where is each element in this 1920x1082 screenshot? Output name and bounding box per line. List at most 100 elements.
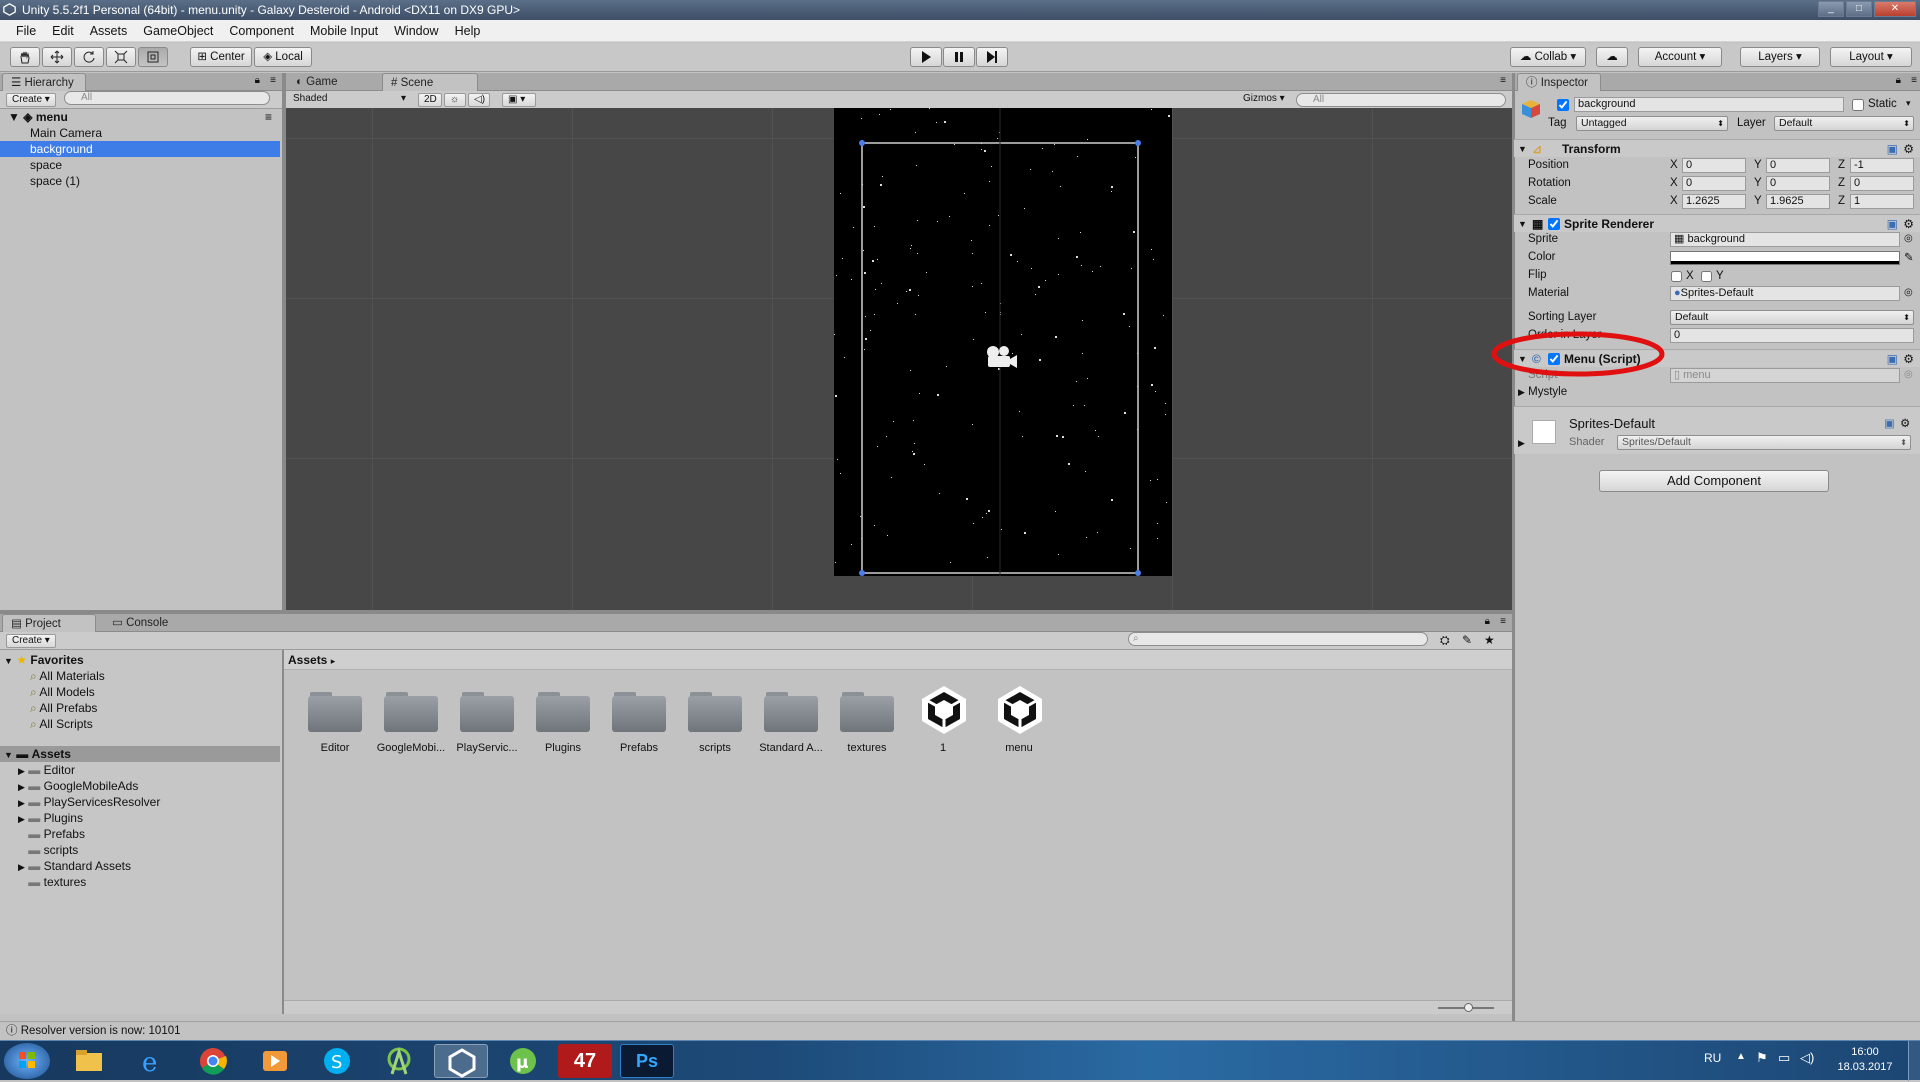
tag-dropdown[interactable]: Untagged [1576,116,1728,131]
shader-dropdown[interactable]: Sprites/Default [1617,435,1911,450]
sorting-layer-dropdown[interactable]: Default [1670,310,1914,325]
favorite-item[interactable]: ⌕ All Scripts [0,716,280,732]
hierarchy-item-background[interactable]: background [0,141,280,157]
eyedropper-icon[interactable]: ✎ [1904,250,1914,264]
favorite-star-icon[interactable]: ★ [1484,633,1495,647]
settings-gear-icon[interactable]: ⚙ [1903,215,1914,233]
menu-file[interactable]: File [8,24,44,38]
asset-item-scene[interactable]: 1 [908,680,978,760]
flip-y-checkbox[interactable] [1701,271,1712,282]
camera-gizmo-icon[interactable] [980,343,1020,373]
object-picker-icon[interactable]: ◎ [1904,233,1913,244]
object-name-field[interactable]: background [1574,97,1844,112]
scene-panel-menu-icon[interactable]: ≡ [1500,75,1506,86]
asset-folder-playservicesresolver[interactable]: ▶ ▬ PlayServicesResolver [0,794,280,810]
transform-scale-y-field[interactable]: 1.9625 [1766,194,1830,209]
project-menu-icon[interactable]: ≡ [1500,616,1506,627]
menu-gameobject[interactable]: GameObject [135,24,221,38]
taskbar-clock[interactable]: 16:00 18.03.2017 [1826,1045,1904,1075]
favorite-item[interactable]: ⌕ All Materials [0,668,280,684]
taskbar-unity[interactable] [434,1044,488,1078]
material-field[interactable]: ●Sprites-Default [1670,286,1900,301]
asset-folder-standard-assets[interactable]: ▶ ▬ Standard Assets [0,858,280,874]
2d-toggle[interactable]: 2D [418,93,442,107]
move-tool-button[interactable] [42,47,72,67]
expand-triangle-icon[interactable]: ▶ [0,766,25,776]
filter-by-type-icon[interactable]: ⛭ [1440,633,1450,648]
color-swatch[interactable] [1670,251,1900,265]
audio-toggle[interactable]: ◁) [468,93,490,107]
scene-root-row[interactable]: ▼ ◈ menu ≡ [0,109,280,125]
pause-button[interactable] [943,47,975,67]
network-icon[interactable]: ▭ [1778,1050,1790,1066]
mystyle-foldout[interactable]: ▶ Mystyle [1518,386,1567,398]
menu-window[interactable]: Window [386,24,446,38]
inspector-lock-icon[interactable]: 🔒︎ [1896,75,1901,86]
inspector-menu-icon[interactable]: ≡ [1911,75,1917,86]
layer-dropdown[interactable]: Default [1774,116,1914,131]
icon-size-slider-thumb[interactable] [1464,1003,1473,1012]
rect-tool-button[interactable] [138,47,168,67]
effects-dropdown[interactable]: ▣ ▾ [502,93,536,107]
project-lock-icon[interactable]: 🔒︎ [1485,616,1490,627]
favorites-header[interactable]: ▼ ★ Favorites [0,652,280,668]
expand-triangle-icon[interactable]: ▶ [0,782,25,792]
taskbar-explorer[interactable] [62,1044,116,1078]
static-dropdown-arrow-icon[interactable]: ▾ [1906,98,1911,109]
transform-position-x-field[interactable]: 0 [1682,158,1746,173]
taskbar-ie[interactable]: e [124,1044,178,1078]
expand-triangle-icon[interactable]: ▼ [0,750,13,760]
sprite-renderer-header[interactable]: ▼ ▦ Sprite Renderer ▣ ⚙ [1514,214,1920,232]
tab-hierarchy[interactable]: ☰ Hierarchy [2,73,86,91]
pivot-center-button[interactable]: ⊞ Center [190,47,252,67]
lighting-toggle[interactable]: ☼ [444,93,466,107]
transform-rotation-y-field[interactable]: 0 [1766,176,1830,191]
sprite-field[interactable]: ▦ background [1670,232,1900,247]
asset-folder-scripts[interactable]: ▶ ▬ scripts [0,842,280,858]
settings-gear-icon[interactable]: ⚙ [1903,350,1914,368]
play-button[interactable] [910,47,942,67]
hierarchy-item-main-camera[interactable]: Main Camera [0,125,280,141]
settings-gear-icon[interactable]: ⚙ [1903,140,1914,158]
hand-tool-button[interactable] [10,47,40,67]
flip-x-checkbox[interactable] [1671,271,1682,282]
hierarchy-create-dropdown[interactable]: Create ▾ [6,93,56,107]
hierarchy-item-space-1[interactable]: space (1) [0,173,280,189]
menu-mobile-input[interactable]: Mobile Input [302,24,386,38]
tab-console[interactable]: ▭ Console [104,614,184,632]
order-in-layer-field[interactable]: 0 [1670,328,1914,343]
expand-triangle-icon[interactable]: ▶ [1518,438,1525,449]
help-icon[interactable]: ▣ [1887,140,1898,158]
asset-folder-prefabs[interactable]: ▶ ▬ Prefabs [0,826,280,842]
menu-help[interactable]: Help [447,24,489,38]
taskbar-skype[interactable]: S [310,1044,364,1078]
volume-icon[interactable]: ◁) [1800,1050,1814,1066]
asset-item-folder[interactable]: Plugins [528,680,598,760]
tab-game[interactable]: ◐ Game [288,73,368,91]
transform-rotation-z-field[interactable]: 0 [1850,176,1914,191]
filter-by-label-icon[interactable]: ✎ [1462,633,1472,647]
taskbar-android-studio[interactable] [372,1044,426,1078]
gizmos-dropdown[interactable]: Gizmos ▾ [1238,93,1290,107]
taskbar-hitman[interactable]: 47 [558,1044,612,1078]
asset-folder-editor[interactable]: ▶ ▬ Editor [0,762,280,778]
account-dropdown[interactable]: Account ▾ [1638,47,1722,67]
collab-button[interactable]: ☁ Collab ▾ [1510,47,1586,67]
layout-dropdown[interactable]: Layout ▾ [1830,47,1912,67]
cloud-button[interactable]: ☁ [1596,47,1628,67]
scene-view[interactable] [286,108,1512,612]
hierarchy-item-space[interactable]: space [0,157,280,173]
help-icon[interactable]: ▣ [1884,416,1895,430]
shading-mode-dropdown[interactable]: Shaded ▾ [288,93,408,107]
language-indicator[interactable]: RU [1704,1051,1721,1065]
show-desktop-button[interactable] [1908,1041,1920,1081]
expand-triangle-icon[interactable]: ▶ [0,798,25,808]
tab-project[interactable]: ▤ Project [2,614,96,632]
asset-item-folder[interactable]: Prefabs [604,680,674,760]
settings-gear-icon[interactable]: ⚙ [1900,416,1910,430]
maximize-button[interactable]: □ [1846,1,1872,17]
scale-tool-button[interactable] [106,47,136,67]
expand-triangle-icon[interactable]: ▼ [0,656,13,666]
favorite-item[interactable]: ⌕ All Prefabs [0,700,280,716]
add-component-button[interactable]: Add Component [1599,470,1829,492]
